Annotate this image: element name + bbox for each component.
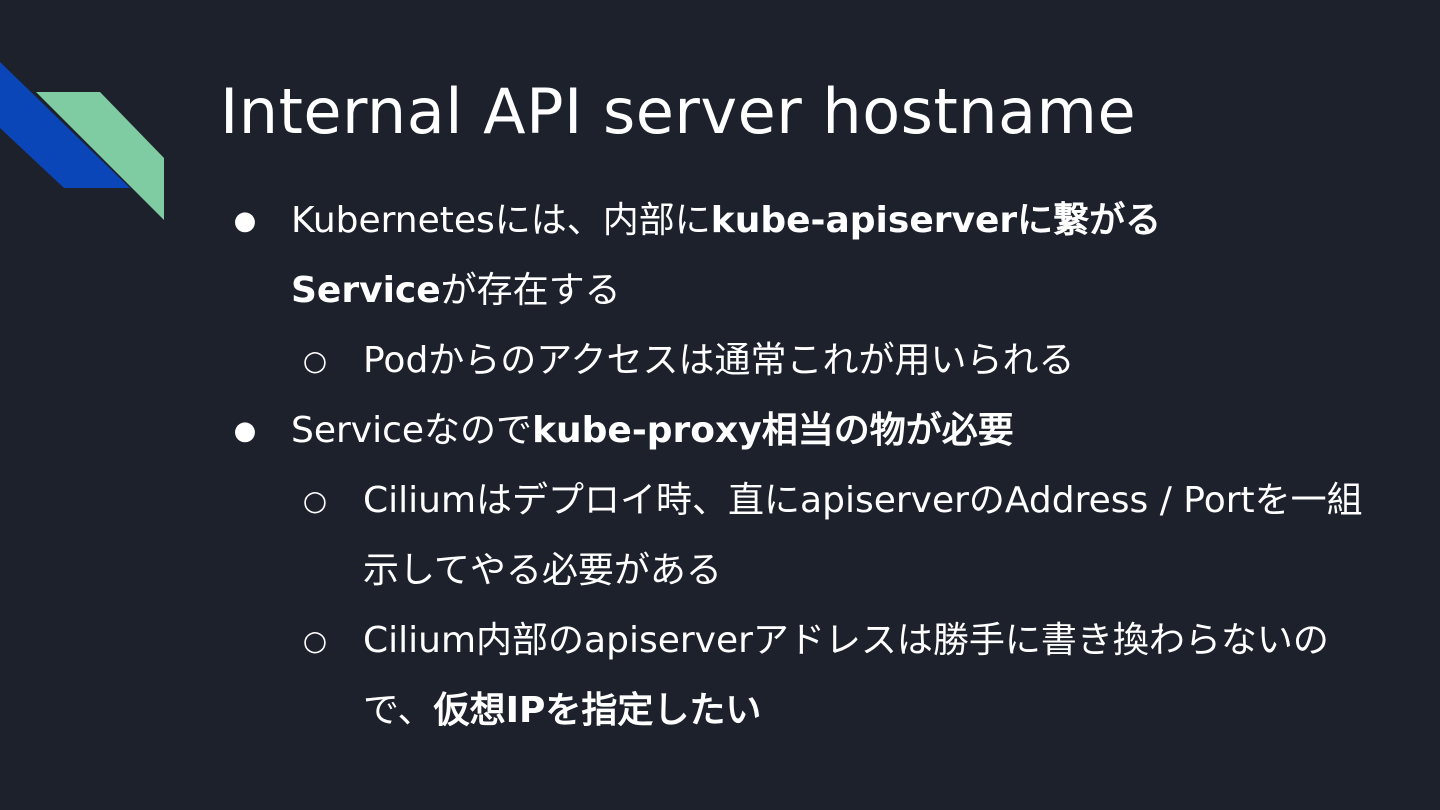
- slide-title: Internal API server hostname: [220, 75, 1137, 148]
- hollow-circle-bullet-icon: ○: [302, 344, 328, 377]
- corner-decoration: [0, 62, 164, 220]
- bullet-text: Podからのアクセスは通常これが用いられる: [363, 340, 1075, 381]
- sub-bullet-item: ○ Cilium内部のapiserverアドレスは勝手に書き換わらないので、仮想I…: [230, 606, 1370, 746]
- filled-circle-bullet-icon: ●: [233, 416, 257, 446]
- bullet-text: Kubernetesには、内部にkube-apiserverに繋がる Servic…: [291, 200, 1162, 311]
- bullet-item: ● Serviceなのでkube-proxy相当の物が必要: [230, 396, 1370, 466]
- bullet-text: Serviceなのでkube-proxy相当の物が必要: [291, 410, 1014, 451]
- filled-circle-bullet-icon: ●: [233, 206, 257, 236]
- sub-bullet-item: ○ Podからのアクセスは通常これが用いられる: [230, 326, 1370, 396]
- slide: Internal API server hostname ● Kubernetes…: [0, 0, 1440, 810]
- bullet-text: Ciliumはデプロイ時、直にapiserverのAddress / Portを…: [363, 480, 1363, 591]
- hollow-circle-bullet-icon: ○: [302, 624, 328, 657]
- sub-bullet-item: ○ Ciliumはデプロイ時、直にapiserverのAddress / Port…: [230, 466, 1370, 606]
- bullet-text: Cilium内部のapiserverアドレスは勝手に書き換わらないので、仮想IP…: [363, 620, 1329, 731]
- bullet-item: ● Kubernetesには、内部にkube-apiserverに繋がる Servi…: [230, 186, 1370, 326]
- hollow-circle-bullet-icon: ○: [302, 484, 328, 517]
- bullet-list: ● Kubernetesには、内部にkube-apiserverに繋がる Servi…: [230, 186, 1370, 746]
